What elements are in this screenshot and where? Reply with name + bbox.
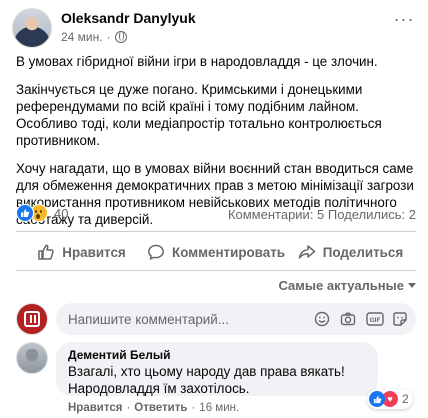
comments-count[interactable]: Комментарии: 5 <box>228 207 324 222</box>
commenter-avatar[interactable] <box>16 303 48 335</box>
share-button[interactable]: Поделиться <box>285 237 416 267</box>
stats-divider <box>16 231 416 232</box>
reaction-summary[interactable]: 40 <box>16 204 68 222</box>
comment-like-link[interactable]: Нравится <box>68 402 122 414</box>
post-stats: 40 Комментарии: 5 Поделились: 2 <box>16 204 416 226</box>
comment-reactions[interactable]: ♥ 2 <box>367 389 413 409</box>
more-options-button[interactable]: ··· <box>392 10 416 32</box>
post-paragraph: Закінчується це дуже погано. Кримськими … <box>16 82 382 148</box>
globe-icon <box>114 31 127 43</box>
like-button[interactable]: Нравится <box>16 237 147 267</box>
comment-author-avatar[interactable] <box>16 342 48 374</box>
comment-actions: Нравится · Ответить · 16 мин. <box>68 402 239 414</box>
emoji-icon[interactable] <box>314 311 330 327</box>
comment-bubble: Дементий Белый Взагалі, хто цьому народу… <box>56 342 378 396</box>
post-author[interactable]: Oleksandr Danylyuk <box>61 10 196 26</box>
comment-time[interactable]: 16 мин. <box>199 402 239 414</box>
sort-label: Самые актуальные <box>278 278 405 293</box>
comment-icon <box>148 244 164 260</box>
like-reaction-icon <box>16 204 34 222</box>
post-actions: Нравится Комментировать Поделиться <box>16 237 416 267</box>
sticker-icon[interactable] <box>392 311 408 327</box>
comment-action-sep: · <box>126 402 131 414</box>
comment-text-line: Взагалі, хто цьому народу дав права вяка… <box>68 364 345 379</box>
post-time[interactable]: 24 мин. <box>61 30 103 44</box>
comment-reply-link[interactable]: Ответить <box>134 402 187 414</box>
like-reaction-icon <box>369 391 385 407</box>
svg-text:GIF: GIF <box>370 317 381 324</box>
post-counts: Комментарии: 5 Поделились: 2 <box>228 207 416 222</box>
share-label: Поделиться <box>322 244 404 260</box>
like-label: Нравится <box>62 244 126 260</box>
chevron-down-icon <box>408 283 416 288</box>
comment-reaction-count: 2 <box>402 392 409 406</box>
composer-tools: GIF <box>314 311 408 327</box>
reaction-count: 40 <box>54 205 69 221</box>
post-header: Oleksandr Danylyuk 24 мин. · ··· <box>12 6 416 48</box>
comment-text-line: Народовладдя їм захотілось. <box>68 381 250 396</box>
comment-composer: GIF <box>16 303 416 335</box>
camera-icon[interactable] <box>340 311 356 327</box>
comment-sort-dropdown[interactable]: Самые актуальные <box>278 278 416 293</box>
comment-label: Комментировать <box>172 244 285 260</box>
share-icon <box>298 245 316 259</box>
comment-author[interactable]: Дементий Белый <box>68 348 366 363</box>
comment-action-sep: · <box>191 402 196 414</box>
actions-divider <box>16 270 416 271</box>
gif-icon[interactable]: GIF <box>366 311 384 327</box>
post-meta: 24 мин. · <box>61 30 127 44</box>
post-paragraph: В умовах гібридної війни ігри в народовл… <box>16 54 378 69</box>
shares-count[interactable]: Поделились: 2 <box>328 207 416 222</box>
thumbs-up-icon <box>38 244 55 260</box>
post-meta-sep: · <box>106 30 111 44</box>
comment-box[interactable]: GIF <box>56 303 416 335</box>
comment-input[interactable] <box>68 303 258 335</box>
comment-button[interactable]: Комментировать <box>147 237 285 267</box>
author-avatar[interactable] <box>12 8 52 48</box>
